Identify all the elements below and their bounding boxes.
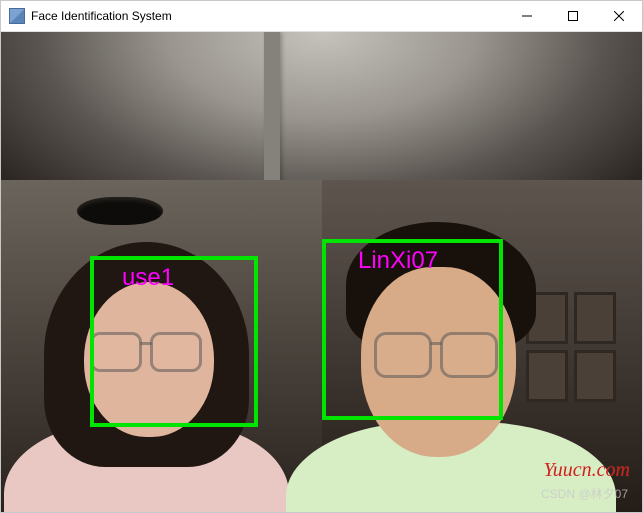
- watermark-site: Yuucn.com: [544, 459, 630, 482]
- app-icon: [9, 8, 25, 24]
- minimize-icon: [522, 11, 532, 21]
- room-pillar: [264, 32, 280, 182]
- app-window: Face Identification System: [0, 0, 643, 513]
- face-label: LinXi07: [358, 247, 438, 275]
- ceiling-lamp: [77, 197, 163, 225]
- face-label: use1: [122, 264, 174, 292]
- close-button[interactable]: [596, 1, 642, 31]
- video-frame: use1 LinXi07 Yuucn.com CSDN @林夕07: [1, 32, 642, 512]
- window-title: Face Identification System: [31, 9, 504, 23]
- watermark-csdn: CSDN @林夕07: [541, 485, 628, 502]
- close-icon: [614, 11, 624, 21]
- window-controls: [504, 1, 642, 31]
- titlebar: Face Identification System: [1, 1, 642, 32]
- maximize-icon: [568, 11, 578, 21]
- maximize-button[interactable]: [550, 1, 596, 31]
- minimize-button[interactable]: [504, 1, 550, 31]
